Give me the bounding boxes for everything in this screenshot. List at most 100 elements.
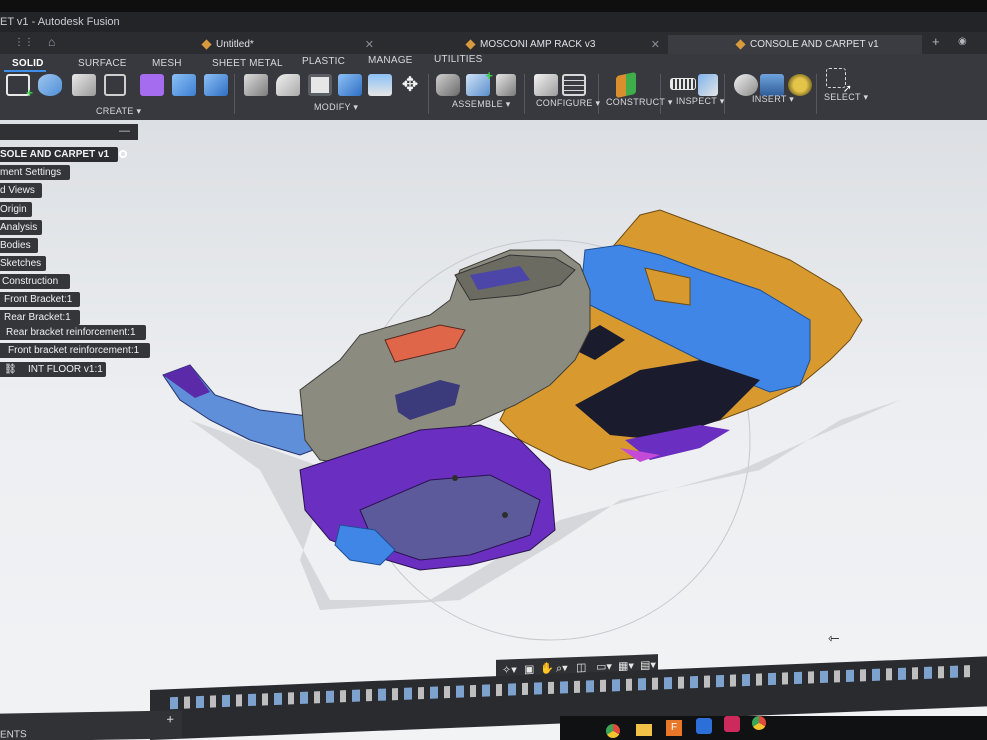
select-menu[interactable]: SELECT ▾	[824, 92, 868, 103]
assemble-menu[interactable]: ASSEMBLE ▾	[452, 99, 511, 110]
pattern-icon[interactable]	[104, 74, 126, 96]
browser-node-front-bracket[interactable]: Front Bracket:1	[0, 292, 80, 307]
document-tab-bar: ⋮⋮ ⌂ Untitled* ✕ MOSCONI AMP RACK v3 ✕ C…	[0, 32, 987, 54]
node-label: Bodies	[0, 240, 31, 251]
move-copy-icon[interactable]: ✥	[398, 74, 422, 96]
loft-icon[interactable]	[204, 74, 228, 96]
offset-plane-icon[interactable]	[616, 71, 636, 99]
file-explorer-icon[interactable]	[636, 724, 652, 736]
node-label: Front Bracket:1	[4, 294, 73, 305]
joint-icon[interactable]: +	[466, 68, 493, 96]
browser-node-front-bracket-reinforcement[interactable]: Front bracket reinforcement:1	[0, 343, 150, 358]
fillet-icon[interactable]	[276, 74, 300, 96]
press-pull-icon[interactable]	[244, 74, 268, 96]
tab-manage[interactable]: MANAGE	[368, 55, 413, 66]
node-label: SOLE AND CARPET v1	[0, 149, 110, 160]
model-render	[162, 209, 900, 641]
comments-label: ENTS	[0, 729, 27, 740]
split-body-icon[interactable]	[368, 74, 392, 96]
app-icon[interactable]	[724, 716, 740, 732]
tab-mosconi-amp-rack[interactable]: MOSCONI AMP RACK v3 ✕	[460, 35, 666, 54]
tab-solid[interactable]: SOLID	[12, 58, 44, 69]
create-sketch-icon[interactable]: +	[6, 74, 33, 100]
shell-icon[interactable]	[308, 74, 332, 96]
ribbon-divider	[234, 74, 235, 114]
browser-node-analysis[interactable]: Analysis	[0, 220, 42, 235]
node-label: INT FLOOR v1:1	[28, 364, 103, 375]
configuration-table-icon[interactable]	[562, 74, 586, 96]
toolbar-ribbon: SOLID SURFACE MESH SHEET METAL PLASTIC M…	[0, 54, 987, 121]
canvas-image-icon[interactable]	[760, 74, 784, 96]
browser-node-origin[interactable]: Origin	[0, 202, 32, 217]
node-label: Front bracket reinforcement:1	[8, 345, 140, 356]
online-status-icon[interactable]: ◉	[958, 36, 967, 47]
tab-untitled[interactable]: Untitled* ✕	[196, 35, 380, 54]
mouse-cursor-icon: ⇽	[828, 630, 840, 646]
node-label: Rear Bracket:1	[4, 312, 71, 323]
box-icon[interactable]	[172, 74, 196, 96]
new-component-icon[interactable]	[436, 74, 460, 96]
browser-node-rear-bracket[interactable]: Rear Bracket:1	[0, 310, 80, 325]
browser-node-bodies[interactable]: Bodies	[0, 238, 38, 253]
canvas-viewport[interactable]: ⇽	[0, 120, 987, 740]
comments-panel[interactable]: ENTS +	[0, 710, 182, 740]
as-built-joint-icon[interactable]	[496, 74, 516, 96]
extrude-icon[interactable]	[38, 74, 62, 96]
tab-plastic[interactable]: PLASTIC	[302, 56, 345, 67]
combine-icon[interactable]	[338, 74, 362, 96]
configure-menu[interactable]: CONFIGURE ▾	[536, 98, 600, 109]
browser-node-int-floor[interactable]: ⛓ INT FLOOR v1:1	[0, 362, 106, 377]
close-icon[interactable]: ✕	[365, 38, 374, 51]
measure-icon[interactable]	[670, 78, 696, 90]
new-tab-icon[interactable]: +	[932, 34, 940, 49]
modify-menu[interactable]: MODIFY ▾	[314, 102, 358, 113]
browser-node-document-settings[interactable]: ment Settings	[0, 165, 70, 180]
grid-icon[interactable]: ⋮⋮	[14, 37, 34, 48]
tab-label: Untitled*	[216, 39, 254, 50]
insert-mcmaster-icon[interactable]	[788, 74, 812, 96]
configure-design-icon[interactable]	[534, 74, 558, 96]
fusion-app-icon[interactable]: F	[666, 720, 682, 736]
fastener-point	[452, 475, 458, 481]
tab-sheet-metal[interactable]: SHEET METAL	[212, 58, 283, 69]
tab-mesh[interactable]: MESH	[152, 58, 182, 69]
window-select-icon[interactable]: ➚	[826, 68, 852, 95]
browser-node-construction[interactable]: Construction	[0, 274, 70, 289]
os-taskbar: F	[560, 716, 987, 740]
browser-node-named-views[interactable]: d Views	[0, 183, 42, 198]
link-icon: ⛓	[4, 364, 17, 375]
node-label: Construction	[2, 276, 59, 287]
tab-utilities[interactable]: UTILITIES	[434, 54, 482, 65]
tab-console-and-carpet[interactable]: CONSOLE AND CARPET v1	[668, 35, 922, 54]
ribbon-divider	[816, 74, 817, 114]
component-icon	[201, 39, 212, 50]
add-comment-icon[interactable]: +	[166, 712, 174, 727]
revolve-icon[interactable]	[72, 74, 96, 96]
form-icon[interactable]	[140, 74, 164, 96]
insert-derive-icon[interactable]	[734, 74, 758, 96]
node-label: Analysis	[0, 222, 38, 233]
construct-menu[interactable]: CONSTRUCT ▾	[606, 97, 673, 108]
insert-menu[interactable]: INSERT ▾	[752, 94, 794, 105]
browser-header[interactable]: —	[0, 124, 138, 140]
inspect-menu[interactable]: INSPECT ▾	[676, 96, 725, 107]
browser-node-sketches[interactable]: Sketches	[0, 256, 46, 271]
node-label: d Views	[0, 185, 35, 196]
close-icon[interactable]: ✕	[651, 38, 660, 51]
home-icon[interactable]: ⌂	[48, 35, 55, 49]
create-menu[interactable]: CREATE ▾	[96, 106, 141, 117]
component-icon	[735, 39, 746, 50]
app-icon[interactable]	[696, 718, 712, 734]
ribbon-divider	[724, 74, 725, 114]
title-bar: ET v1 - Autodesk Fusion	[0, 12, 987, 32]
chrome-icon[interactable]	[752, 716, 766, 730]
browser-node-rear-bracket-reinforcement[interactable]: Rear bracket reinforcement:1	[0, 325, 146, 340]
node-label: Sketches	[0, 258, 42, 269]
node-label: ment Settings	[0, 167, 62, 178]
chrome-icon[interactable]	[606, 724, 620, 738]
browser-root-node[interactable]: SOLE AND CARPET v1	[0, 147, 128, 162]
section-analysis-icon[interactable]	[698, 74, 718, 96]
collapse-icon[interactable]: —	[119, 125, 130, 137]
fusion-window: ET v1 - Autodesk Fusion ⋮⋮ ⌂ Untitled* ✕…	[0, 0, 987, 740]
tab-surface[interactable]: SURFACE	[78, 58, 127, 69]
